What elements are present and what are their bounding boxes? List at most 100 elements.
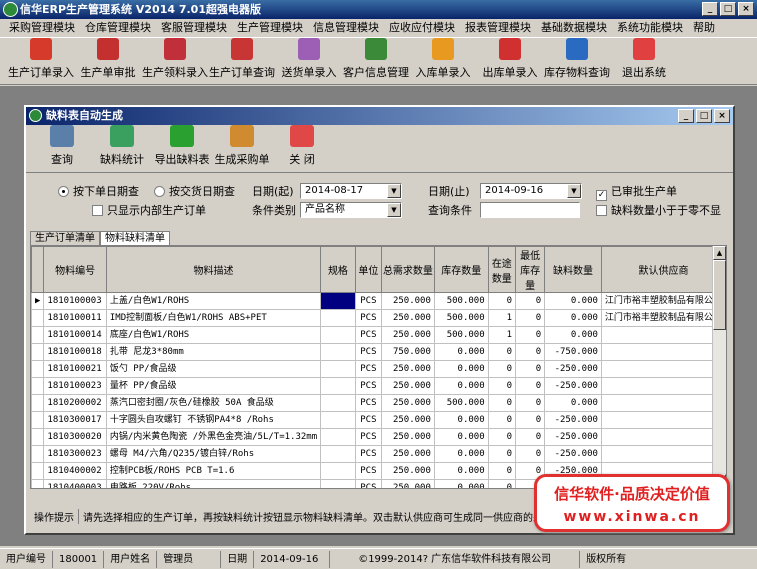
table-cell[interactable]: 0: [514, 326, 546, 344]
cond-type-select[interactable]: 产品名称 ▼: [300, 202, 402, 218]
table-cell[interactable]: 0.000: [433, 462, 489, 480]
chevron-down-icon[interactable]: ▼: [387, 203, 401, 217]
menu-item-2[interactable]: 客服管理模块: [156, 19, 232, 37]
table-cell[interactable]: 扎带 尼龙3*80mm: [105, 343, 322, 361]
table-cell[interactable]: 0: [487, 343, 517, 361]
table-row[interactable]: 1810100011 IMD控制面板/白色W1/ROHS ABS+PET PCS 25…: [31, 309, 726, 327]
table-cell[interactable]: 1810100021: [43, 360, 107, 378]
table-cell[interactable]: [320, 479, 356, 488]
table-cell[interactable]: 0: [514, 377, 546, 395]
table-cell[interactable]: 0.000: [544, 326, 602, 344]
child-minimize-button[interactable]: _: [678, 109, 694, 123]
table-cell[interactable]: [600, 360, 726, 378]
table-cell[interactable]: 250.000: [381, 292, 435, 310]
table-cell[interactable]: 1810300020: [43, 428, 107, 446]
radio-delivery-date[interactable]: 按交货日期查: [154, 185, 235, 199]
table-cell[interactable]: 江门市裕丰塑胶制品有限公司: [600, 292, 726, 310]
menu-item-1[interactable]: 仓库管理模块: [80, 19, 156, 37]
table-cell[interactable]: 0.000: [433, 479, 489, 488]
table-cell[interactable]: 0: [514, 428, 546, 446]
table-cell[interactable]: 0: [487, 445, 517, 463]
table-cell[interactable]: [600, 411, 726, 429]
table-cell[interactable]: 0: [514, 411, 546, 429]
table-cell[interactable]: PCS: [354, 360, 383, 378]
child-tool-button-1[interactable]: 缺料统计: [92, 125, 152, 171]
table-row[interactable]: 1810300017 十字圆头自攻螺钉 不锈钢PA4*8 /Rohs PCS 250.…: [31, 411, 726, 429]
column-header[interactable]: 规格: [320, 246, 356, 293]
table-cell[interactable]: 1: [487, 326, 517, 344]
table-cell[interactable]: 0.000: [433, 343, 489, 361]
table-cell[interactable]: IMD控制面板/白色W1/ROHS ABS+PET: [105, 309, 322, 327]
tab-production-orders[interactable]: 生产订单清单: [30, 231, 100, 245]
table-cell[interactable]: 1810100011: [43, 309, 107, 327]
table-cell[interactable]: 0: [514, 394, 546, 412]
toolbar-button-9[interactable]: 退出系统: [609, 38, 679, 84]
menu-item-0[interactable]: 采购管理模块: [4, 19, 80, 37]
radio-order-date[interactable]: 按下单日期查: [58, 185, 139, 199]
toolbar-button-7[interactable]: 出库单录入: [475, 38, 545, 84]
tab-material-shortage[interactable]: 物料缺料清单: [100, 231, 170, 245]
table-cell[interactable]: -250.000: [544, 360, 602, 378]
table-cell[interactable]: 0: [514, 292, 546, 310]
child-maximize-button[interactable]: □: [696, 109, 712, 123]
table-cell[interactable]: 500.000: [433, 326, 489, 344]
table-cell[interactable]: 500.000: [433, 309, 489, 327]
table-cell[interactable]: 0: [487, 411, 517, 429]
column-header[interactable]: 最低库存量: [514, 246, 546, 293]
table-cell[interactable]: 750.000: [381, 343, 435, 361]
table-cell[interactable]: PCS: [354, 428, 383, 446]
table-cell[interactable]: 250.000: [381, 377, 435, 395]
scroll-up-icon[interactable]: ▲: [713, 246, 726, 260]
toolbar-button-2[interactable]: 生产领料录入: [140, 38, 210, 84]
table-cell[interactable]: 蒸汽口密封圈/灰色/硅橡胶 50A 食品级: [105, 394, 322, 412]
table-row[interactable]: 1810100018 扎带 尼龙3*80mm PCS 750.000 0.000 0 0 -7…: [31, 343, 726, 361]
table-cell[interactable]: 1810400003: [43, 479, 107, 488]
table-cell[interactable]: [320, 292, 356, 310]
table-cell[interactable]: 0: [487, 360, 517, 378]
table-cell[interactable]: 0.000: [433, 411, 489, 429]
table-cell[interactable]: -750.000: [544, 343, 602, 361]
table-cell[interactable]: 1: [487, 309, 517, 327]
table-cell[interactable]: 1810300017: [43, 411, 107, 429]
table-cell[interactable]: 底座/白色W1/ROHS: [105, 326, 322, 344]
table-cell[interactable]: 电路板 220V/Rohs: [105, 479, 322, 488]
table-cell[interactable]: PCS: [354, 394, 383, 412]
table-cell[interactable]: 250.000: [381, 479, 435, 488]
child-tool-button-2[interactable]: 导出缺料表: [152, 125, 212, 171]
table-cell[interactable]: 0.000: [433, 360, 489, 378]
table-cell[interactable]: [600, 394, 726, 412]
table-cell[interactable]: 250.000: [381, 411, 435, 429]
table-cell[interactable]: [600, 377, 726, 395]
table-row[interactable]: 1810300020 内锅/内米黄色陶瓷 /外黑色金亮油/5L/T=1.32mm P…: [31, 428, 726, 446]
date-to-picker[interactable]: 2014-09-16 ▼: [480, 183, 582, 199]
scroll-thumb[interactable]: [713, 260, 726, 330]
table-cell[interactable]: 上盖/白色W1/ROHS: [105, 292, 322, 310]
table-cell[interactable]: PCS: [354, 462, 383, 480]
table-cell[interactable]: 250.000: [381, 309, 435, 327]
table-cell[interactable]: 0: [487, 377, 517, 395]
column-header[interactable]: 总需求数量: [381, 246, 435, 293]
table-cell[interactable]: -250.000: [544, 428, 602, 446]
table-cell[interactable]: 江门市裕丰塑胶制品有限公司: [600, 309, 726, 327]
table-row[interactable]: 1810200002 蒸汽口密封圈/灰色/硅橡胶 50A 食品级 PCS 250.00…: [31, 394, 726, 412]
column-header[interactable]: 单位: [354, 246, 383, 293]
child-tool-button-4[interactable]: 关 闭: [272, 125, 332, 171]
table-cell[interactable]: 0.000: [544, 292, 602, 310]
menu-item-8[interactable]: 系统功能模块: [612, 19, 688, 37]
table-cell[interactable]: [600, 428, 726, 446]
column-header[interactable]: 默认供应商: [600, 246, 726, 293]
toolbar-button-1[interactable]: 生产单审批: [73, 38, 143, 84]
table-cell[interactable]: 0: [487, 292, 517, 310]
minimize-button[interactable]: _: [702, 2, 718, 16]
table-cell[interactable]: [320, 428, 356, 446]
table-cell[interactable]: 250.000: [381, 445, 435, 463]
table-cell[interactable]: 0: [514, 309, 546, 327]
grid-vscrollbar[interactable]: ▲ ▼: [712, 246, 726, 488]
table-cell[interactable]: 500.000: [433, 292, 489, 310]
table-cell[interactable]: 0: [487, 479, 517, 488]
table-cell[interactable]: 0.000: [433, 377, 489, 395]
menu-item-5[interactable]: 应收应付模块: [384, 19, 460, 37]
table-cell[interactable]: 250.000: [381, 462, 435, 480]
menu-item-4[interactable]: 信息管理模块: [308, 19, 384, 37]
menu-item-6[interactable]: 报表管理模块: [460, 19, 536, 37]
